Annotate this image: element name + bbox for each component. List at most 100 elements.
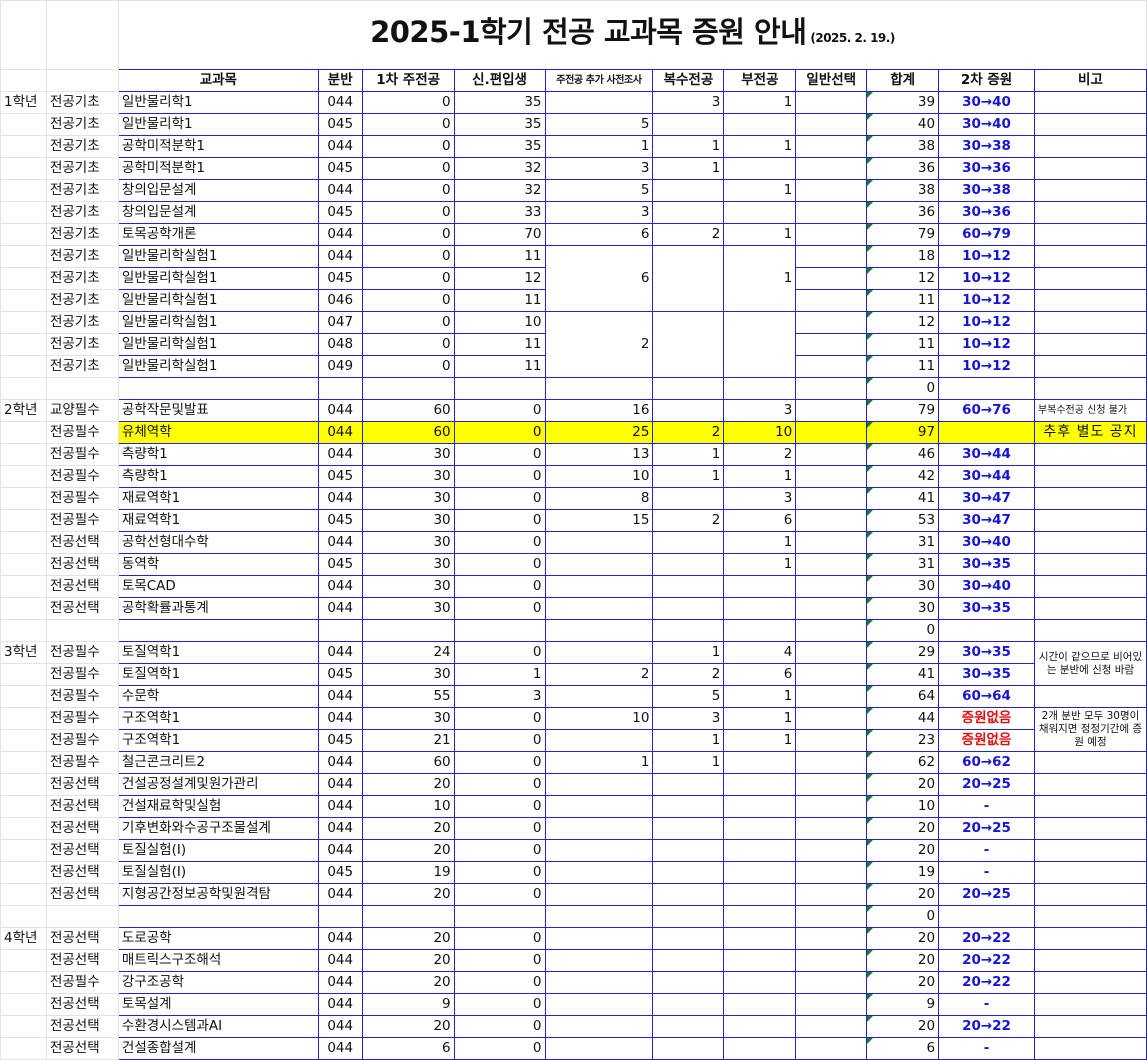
cell-category: 전공필수 bbox=[45, 421, 119, 444]
cell-remarks bbox=[1033, 993, 1147, 1016]
cell-category: 전공필수 bbox=[45, 729, 119, 752]
cell-remarks bbox=[1033, 91, 1147, 114]
cell-pre-survey bbox=[544, 1037, 654, 1060]
table-row: 전공선택 기후변화와수공구조물설계 044 20 0 20 20→25 bbox=[0, 817, 1147, 840]
empty-cell bbox=[652, 905, 725, 928]
header-remarks: 비고 bbox=[1033, 69, 1147, 92]
cell-second-increase: 30→38 bbox=[938, 179, 1035, 202]
empty-cell bbox=[453, 619, 546, 642]
cell-general bbox=[795, 751, 868, 774]
cell-first-major: 24 bbox=[361, 641, 455, 664]
cell-course: 토질역학1 bbox=[117, 663, 319, 686]
cell-category: 전공선택 bbox=[45, 1015, 119, 1038]
cell-second-increase: 10→12 bbox=[938, 355, 1035, 378]
cell-general bbox=[795, 927, 868, 950]
cell-course: 토질실험(I) bbox=[117, 861, 319, 884]
cell-double-major: 5 bbox=[652, 685, 725, 708]
cell-pre-survey: 6 bbox=[544, 223, 654, 246]
header-total: 합계 bbox=[866, 69, 940, 92]
spacer-row: 0 bbox=[0, 619, 1147, 642]
cell-transfer: 0 bbox=[453, 399, 546, 422]
cell-first-major: 0 bbox=[361, 179, 455, 202]
cell-first-major: 0 bbox=[361, 135, 455, 158]
cell-general bbox=[795, 1015, 868, 1038]
cell-transfer: 0 bbox=[453, 949, 546, 972]
cell-general bbox=[795, 245, 868, 268]
cell-first-major: 30 bbox=[361, 553, 455, 576]
cell-course: 토질실험(I) bbox=[117, 839, 319, 862]
cell-section: 044 bbox=[317, 949, 363, 972]
cell-double-major bbox=[652, 773, 725, 796]
cell-first-major: 0 bbox=[361, 355, 455, 378]
cell-first-major: 60 bbox=[361, 421, 455, 444]
cell-transfer: 11 bbox=[453, 355, 546, 378]
cell-pre-survey bbox=[544, 993, 654, 1016]
cell-second-increase: 60→62 bbox=[938, 751, 1035, 774]
cell-transfer: 0 bbox=[453, 839, 546, 862]
cell-category: 전공기초 bbox=[45, 157, 119, 180]
cell-transfer: 3 bbox=[453, 685, 546, 708]
header-row: 교과목 분반 1차 주전공 신.편입생 주전공 추가 사전조사 복수전공 부전공… bbox=[0, 69, 1147, 92]
cell-transfer: 0 bbox=[453, 553, 546, 576]
cell-category: 교양필수 bbox=[45, 399, 119, 422]
cell-category: 전공필수 bbox=[45, 465, 119, 488]
cell-general bbox=[795, 663, 868, 686]
cell-second-increase: 30→44 bbox=[938, 443, 1035, 466]
cell-remarks bbox=[1033, 465, 1147, 488]
cell-remarks: 2개 분반 모두 30명이 채워지면 정정기간에 증원 예정 bbox=[1033, 707, 1147, 752]
cell-transfer: 11 bbox=[453, 245, 546, 268]
cell-minor bbox=[723, 1037, 797, 1060]
cell-general bbox=[795, 641, 868, 664]
cell-transfer: 0 bbox=[453, 443, 546, 466]
cell-section: 044 bbox=[317, 685, 363, 708]
cell-transfer: 10 bbox=[453, 311, 546, 334]
cell-pre-survey: 2 bbox=[544, 663, 654, 686]
cell-double-major: 1 bbox=[652, 443, 725, 466]
date-text: (2025. 2. 19.) bbox=[810, 31, 895, 45]
cell-second-increase: 60→76 bbox=[938, 399, 1035, 422]
table-row: 전공필수 구조역학1 045 21 0 1 1 23 증원없음 bbox=[0, 729, 1147, 752]
cell-total: 0 bbox=[866, 905, 940, 928]
cell-pre-survey bbox=[544, 597, 654, 620]
cell-transfer: 0 bbox=[453, 487, 546, 510]
cell-category: 전공필수 bbox=[45, 751, 119, 774]
table-row: 전공기초 공학미적분학1 045 0 32 3 1 36 30→36 bbox=[0, 157, 1147, 180]
table-row: 전공선택 토목CAD 044 30 0 30 30→40 bbox=[0, 575, 1147, 598]
cell-minor: 1 bbox=[723, 465, 797, 488]
cell-category: 전공기초 bbox=[45, 201, 119, 224]
cell-pre-survey bbox=[544, 553, 654, 576]
table-row: 전공기초 토목공학개론 044 0 70 6 2 1 79 60→79 bbox=[0, 223, 1147, 246]
cell-course: 구조역학1 bbox=[117, 707, 319, 730]
cell-minor: 3 bbox=[723, 487, 797, 510]
cell-first-major: 30 bbox=[361, 465, 455, 488]
cell-total: 23 bbox=[866, 729, 940, 752]
cell-category: 전공선택 bbox=[45, 861, 119, 884]
cell-first-major: 30 bbox=[361, 509, 455, 532]
empty-cell bbox=[1033, 905, 1147, 928]
cell-second-increase: 10→12 bbox=[938, 333, 1035, 356]
cell-double-major bbox=[652, 201, 725, 224]
cell-section: 044 bbox=[317, 531, 363, 554]
table-row: 전공선택 토질실험(I) 044 20 0 20- bbox=[0, 839, 1147, 862]
cell-section: 044 bbox=[317, 641, 363, 664]
cell-section: 044 bbox=[317, 1037, 363, 1060]
cell-transfer: 11 bbox=[453, 333, 546, 356]
cell-minor: 1 bbox=[723, 729, 797, 752]
header-pre-survey: 주전공 추가 사전조사 bbox=[544, 69, 654, 92]
cell-course: 일반물리학실험1 bbox=[117, 245, 319, 268]
cell-double-major bbox=[652, 113, 725, 136]
cell-total: 0 bbox=[866, 377, 940, 400]
cell-course: 측량학1 bbox=[117, 465, 319, 488]
cell-double-major bbox=[652, 575, 725, 598]
cell-section: 045 bbox=[317, 509, 363, 532]
cell-section: 044 bbox=[317, 399, 363, 422]
cell-pre-survey bbox=[544, 861, 654, 884]
cell-first-major: 20 bbox=[361, 883, 455, 906]
cell-second-increase: - bbox=[938, 795, 1035, 818]
cell-double-major bbox=[652, 245, 725, 312]
cell-section: 045 bbox=[317, 553, 363, 576]
cell-minor bbox=[723, 751, 797, 774]
cell-remarks bbox=[1033, 245, 1147, 268]
cell-section: 044 bbox=[317, 1015, 363, 1038]
empty-cell bbox=[723, 619, 797, 642]
